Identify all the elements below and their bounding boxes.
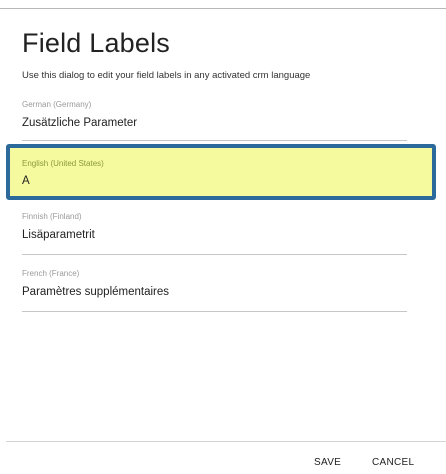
field-german-input[interactable]: Zusätzliche Parameter [22,117,407,129]
field-english[interactable]: English (United States) A [22,159,407,187]
field-french-label: French (France) [22,269,80,278]
field-finnish-input[interactable]: Lisäparametrit [22,229,407,241]
field-french-input[interactable]: Paramètres supplémentaires [22,286,407,298]
field-finnish-label: Finnish (Finland) [22,212,82,221]
field-english-input[interactable]: A [22,175,407,187]
cancel-button[interactable]: CANCEL [372,457,414,468]
field-finnish[interactable]: Finnish (Finland) Lisäparametrit [22,212,407,255]
dialog-top-border [0,8,446,9]
field-german[interactable]: German (Germany) Zusätzliche Parameter [22,100,407,141]
field-english-label: English (United States) [22,159,104,168]
field-finnish-underline [22,254,407,255]
dialog-title: Field Labels [22,28,170,58]
field-english-highlight[interactable]: English (United States) A [6,144,436,200]
field-german-label: German (Germany) [22,100,92,109]
field-french[interactable]: French (France) Paramètres supplémentair… [22,269,407,312]
save-button[interactable]: SAVE [314,457,341,468]
field-french-underline [22,311,407,312]
field-german-underline [22,140,407,141]
footer-divider [6,441,446,442]
dialog-subtitle: Use this dialog to edit your field label… [22,70,311,81]
